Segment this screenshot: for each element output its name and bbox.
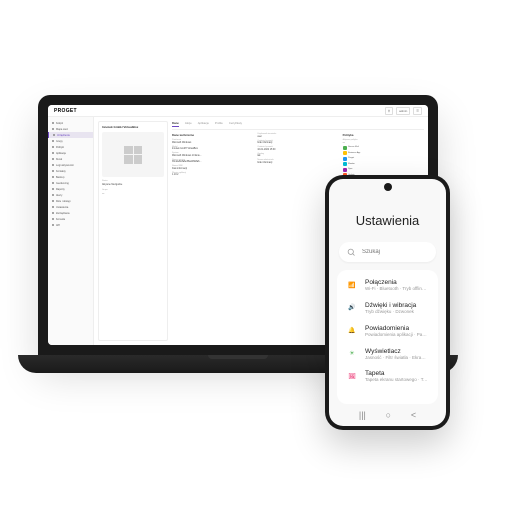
detail-tabs: Dane Akcje Aplikacje Profile Certyfikaty	[172, 121, 424, 130]
topbar-menu-icon[interactable]: ☰	[413, 107, 422, 115]
tech-field: Wersja aplikacji1.10.2	[172, 172, 253, 177]
device-name: Innotek GmbH VirtualBox	[102, 125, 164, 129]
topbar-search-icon[interactable]: ⚲	[385, 107, 393, 115]
device-card: Innotek GmbH VirtualBox StatusAktywne Ni…	[98, 121, 168, 341]
setting-row[interactable]: ☀WyświetlaczJasność · Filtr światła · Ek…	[337, 343, 438, 366]
search-bar[interactable]	[339, 242, 436, 262]
phone-frame: Ustawienia 📶PołączeniaWi-Fi · Bluetooth …	[325, 175, 450, 430]
nav-bar: ||| ○ <	[329, 404, 446, 426]
nav-back-icon[interactable]: <	[411, 410, 416, 420]
sidebar-item[interactable]: API	[48, 222, 93, 228]
tab[interactable]: Aplikacje	[198, 121, 209, 127]
tech-field: SystemMicrosoft Windows 10 Ente...	[172, 152, 253, 157]
search-input[interactable]	[362, 249, 440, 255]
tech-field: Zgodnytak	[257, 153, 338, 158]
tech-field: ModelInnotek GmbH VirtualBox	[172, 146, 253, 151]
tech-field: Ostatnia łącznośćbrak informacji	[257, 140, 338, 145]
phone-camera	[384, 183, 392, 191]
setting-row[interactable]: 🖼TapetaTapeta ekranu startowego · Tapeta…	[337, 365, 438, 388]
app-item[interactable]: Monitor	[343, 162, 424, 166]
sidebar: KokpitMapa sieciUrządzeniaGrupyPolitykiA…	[48, 117, 94, 345]
tech-field: Ostatnia łączność10-01-2022 15:30	[257, 146, 338, 151]
app-item[interactable]: Sync	[343, 168, 424, 172]
tab[interactable]: Akcje	[185, 121, 192, 127]
tech-field: Nazwa właścicielabrak informacji	[257, 159, 338, 164]
app-item[interactable]: Proget	[343, 157, 424, 161]
tech-field: Użytkownik terminalauser	[257, 133, 338, 138]
settings-list: 📶PołączeniaWi-Fi · Bluetooth · Tryb offl…	[337, 270, 438, 404]
tab[interactable]: Profile	[215, 121, 223, 127]
setting-row[interactable]: 🔔PowiadomieniaPowiadomienia aplikacji · …	[337, 320, 438, 343]
tech-field: Numer IMEIbrak informacji	[172, 165, 253, 170]
nav-home-icon[interactable]: ○	[386, 410, 391, 420]
search-icon	[347, 248, 356, 257]
app-item[interactable]: Business App	[343, 151, 424, 155]
nav-recent-icon[interactable]: |||	[359, 410, 366, 420]
topbar-user[interactable]: admin	[396, 107, 410, 115]
topbar: PROGET ⚲ admin ☰	[48, 105, 428, 117]
tech-field: ProducentMicrosoft Windows	[172, 139, 253, 144]
phone-screen: Ustawienia 📶PołączeniaWi-Fi · Bluetooth …	[329, 179, 446, 426]
brand-logo: PROGET	[54, 108, 77, 114]
setting-row[interactable]: 📶PołączeniaWi-Fi · Bluetooth · Tryb offl…	[337, 274, 438, 297]
device-preview	[102, 132, 164, 177]
tab[interactable]: Certyfikaty	[229, 121, 242, 127]
tech-field: Numer seryjny3f142e618a6e58a446b8a6...	[172, 159, 253, 164]
windows-icon	[124, 146, 142, 164]
tab[interactable]: Dane	[172, 121, 179, 127]
setting-row[interactable]: 🔊Dźwięki i wibracjaTryb dźwięku · Dzwone…	[337, 297, 438, 320]
settings-title: Ustawienia	[343, 213, 432, 228]
policy-title: Polityka	[343, 133, 424, 137]
tech-section-title: Dane techniczne	[172, 133, 253, 137]
app-item[interactable]: Secure Mail	[343, 146, 424, 150]
